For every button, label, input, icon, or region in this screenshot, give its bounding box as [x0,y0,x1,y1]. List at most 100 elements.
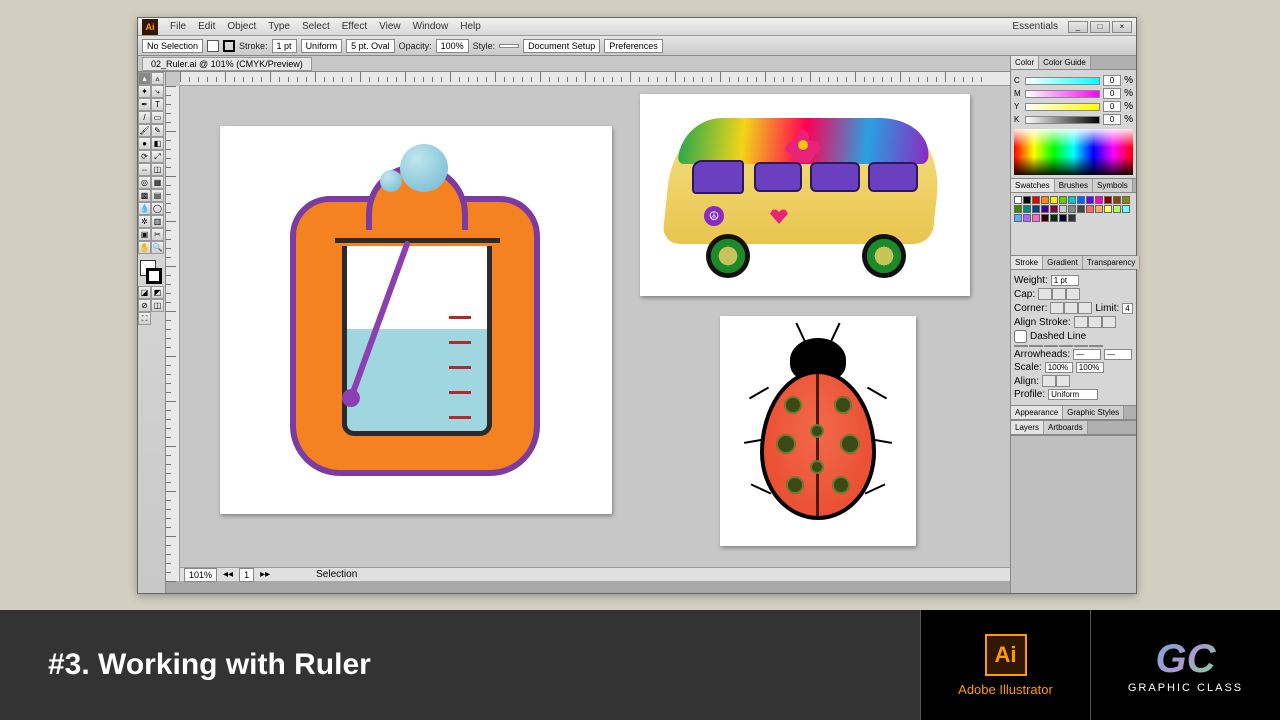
menu-help[interactable]: Help [454,21,487,32]
none-mode-icon[interactable]: ⊘ [138,299,151,312]
shape-builder-tool-icon[interactable]: ◎ [138,176,151,189]
swatch[interactable] [1032,205,1040,213]
color-mode-icon[interactable]: ◪ [138,286,151,299]
y-value[interactable]: 0 [1103,101,1121,112]
y-slider[interactable] [1025,103,1100,111]
menu-effect[interactable]: Effect [336,21,373,32]
artboard-nav-prev-icon[interactable]: ◂◂ [223,569,233,580]
swatch[interactable] [1059,205,1067,213]
draw-mode-icon[interactable]: ◫ [151,299,164,312]
swatch[interactable] [1086,196,1094,204]
swatch[interactable] [1041,214,1049,222]
corner-round-icon[interactable] [1064,302,1078,314]
swatch[interactable] [1068,214,1076,222]
tab-color-guide[interactable]: Color Guide [1039,56,1091,69]
dashed-line-checkbox[interactable] [1014,330,1027,343]
swatch[interactable] [1050,205,1058,213]
swatch[interactable] [1077,196,1085,204]
menu-type[interactable]: Type [262,21,296,32]
swatch[interactable] [1095,196,1103,204]
tab-layers[interactable]: Layers [1011,421,1044,434]
direct-selection-tool-icon[interactable]: ▵ [151,72,164,85]
preferences-button[interactable]: Preferences [604,39,663,53]
mesh-tool-icon[interactable]: ▩ [138,189,151,202]
tab-gradient[interactable]: Gradient [1043,256,1083,269]
rotate-tool-icon[interactable]: ⟳ [138,150,151,163]
blend-tool-icon[interactable]: ◯ [151,202,164,215]
align-inside-icon[interactable] [1088,316,1102,328]
swatch[interactable] [1023,196,1031,204]
swatch[interactable] [1023,205,1031,213]
swatch[interactable] [1050,214,1058,222]
swatch[interactable] [1023,214,1031,222]
swatch[interactable] [1041,205,1049,213]
k-slider[interactable] [1025,116,1100,124]
k-value[interactable]: 0 [1103,114,1121,125]
swatch[interactable] [1014,205,1022,213]
m-slider[interactable] [1025,90,1100,98]
cap-projecting-icon[interactable] [1066,288,1080,300]
swatch[interactable] [1068,205,1076,213]
tab-symbols[interactable]: Symbols [1093,179,1133,192]
swatch[interactable] [1032,214,1040,222]
column-graph-tool-icon[interactable]: ▥ [151,215,164,228]
symbol-sprayer-tool-icon[interactable]: ✲ [138,215,151,228]
cap-butt-icon[interactable] [1038,288,1052,300]
width-tool-icon[interactable]: ⇔ [138,163,151,176]
lasso-tool-icon[interactable]: ⤷ [151,85,164,98]
corner-miter-icon[interactable] [1050,302,1064,314]
menu-view[interactable]: View [373,21,407,32]
scale-start-input[interactable]: 100% [1045,362,1073,373]
pencil-tool-icon[interactable]: ✎ [151,124,164,137]
document-setup-button[interactable]: Document Setup [523,39,600,53]
menu-select[interactable]: Select [296,21,336,32]
swatch[interactable] [1032,196,1040,204]
corner-bevel-icon[interactable] [1078,302,1092,314]
tab-transparency[interactable]: Transparency [1083,256,1141,269]
tab-color[interactable]: Color [1011,56,1039,69]
profile-dropdown[interactable]: Uniform [1048,389,1098,400]
tab-swatches[interactable]: Swatches [1011,179,1055,192]
gradient-mode-icon[interactable]: ◩ [151,286,164,299]
close-button[interactable]: × [1112,21,1132,33]
perspective-tool-icon[interactable]: ▦ [151,176,164,189]
screen-mode-icon[interactable]: ⛶ [138,312,151,325]
swatch[interactable] [1059,196,1067,204]
arrow-start-dropdown[interactable]: — [1073,349,1101,360]
zoom-tool-icon[interactable]: 🔍 [151,241,164,254]
weight-input[interactable]: 1 pt [1051,275,1079,286]
arrow-end-dropdown[interactable]: — [1104,349,1132,360]
tab-appearance[interactable]: Appearance [1011,406,1063,419]
stroke-swatch[interactable] [223,40,235,52]
tab-artboards[interactable]: Artboards [1044,421,1088,434]
menu-edit[interactable]: Edit [192,21,221,32]
maximize-button[interactable]: □ [1090,21,1110,33]
paintbrush-tool-icon[interactable]: 🖌 [138,124,151,137]
dash-input[interactable] [1014,345,1028,347]
c-value[interactable]: 0 [1103,75,1121,86]
swatch[interactable] [1104,196,1112,204]
stroke-box-icon[interactable] [146,268,162,284]
gap-input[interactable] [1029,345,1043,347]
artboard-nav-next-icon[interactable]: ▸▸ [260,569,270,580]
swatch[interactable] [1122,205,1130,213]
hand-tool-icon[interactable]: ✋ [138,241,151,254]
brush-dropdown[interactable]: 5 pt. Oval [346,39,395,53]
swatch[interactable] [1050,196,1058,204]
vertical-ruler[interactable] [166,86,180,581]
selection-tool-icon[interactable]: ▴ [138,72,151,85]
swatch[interactable] [1059,214,1067,222]
type-tool-icon[interactable]: T [151,98,164,111]
align-center-icon[interactable] [1074,316,1088,328]
fill-swatch[interactable] [207,40,219,52]
swatch[interactable] [1068,196,1076,204]
swatch[interactable] [1014,196,1022,204]
eyedropper-tool-icon[interactable]: 💧 [138,202,151,215]
canvas[interactable]: ☮ [180,86,1010,567]
magic-wand-tool-icon[interactable]: ✦ [138,85,151,98]
swatch[interactable] [1122,196,1130,204]
eraser-tool-icon[interactable]: ◧ [151,137,164,150]
swatch-grid[interactable] [1014,196,1133,222]
scale-end-input[interactable]: 100% [1076,362,1104,373]
tab-graphic-styles[interactable]: Graphic Styles [1063,406,1124,419]
